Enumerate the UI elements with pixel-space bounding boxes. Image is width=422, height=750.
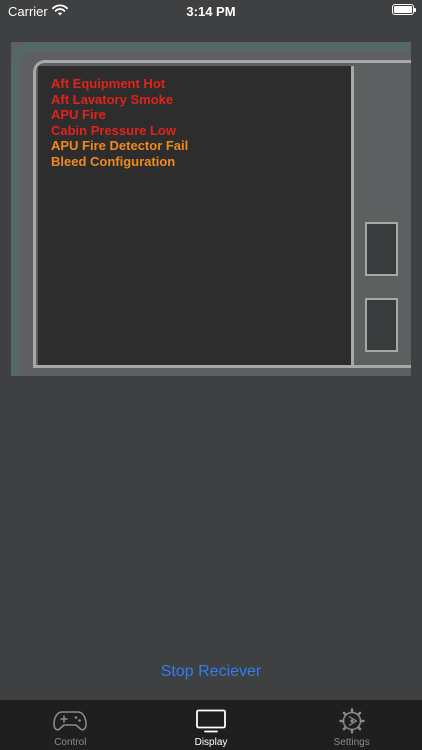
monitor-icon <box>196 708 226 734</box>
tab-label: Settings <box>333 737 370 748</box>
alert-message-list: Aft Equipment Hot Aft Lavatory Smoke APU… <box>51 76 188 169</box>
alert-message: APU Fire <box>51 107 106 122</box>
alert-message: APU Fire Detector Fail <box>51 138 189 153</box>
tab-label: Control <box>54 737 87 748</box>
gear-icon <box>338 708 365 734</box>
alert-message: Aft Equipment Hot <box>51 76 166 91</box>
tab-label: Display <box>194 737 228 748</box>
tab-control[interactable]: Control <box>0 700 141 750</box>
tab-display[interactable]: Display <box>141 700 282 750</box>
alert-message: Cabin Pressure Low <box>51 122 176 138</box>
status-bar: Carrier 3:14 PM <box>0 0 422 24</box>
side-button-bottom <box>365 298 398 352</box>
alert-message: Bleed Configuration <box>51 153 176 169</box>
tab-bar: Control Display Settings <box>0 700 422 750</box>
side-button-top <box>365 222 398 276</box>
display-panel: Aft Equipment Hot Aft Lavatory Smoke APU… <box>11 42 411 376</box>
alert-message: Aft Lavatory Smoke <box>51 91 174 107</box>
battery-icon <box>392 4 416 15</box>
gamepad-icon <box>53 708 88 734</box>
stop-receiver-button[interactable]: Stop Reciever <box>0 663 422 681</box>
status-right <box>392 4 416 15</box>
tab-settings[interactable]: Settings <box>281 700 422 750</box>
status-time: 3:14 PM <box>186 4 236 19</box>
